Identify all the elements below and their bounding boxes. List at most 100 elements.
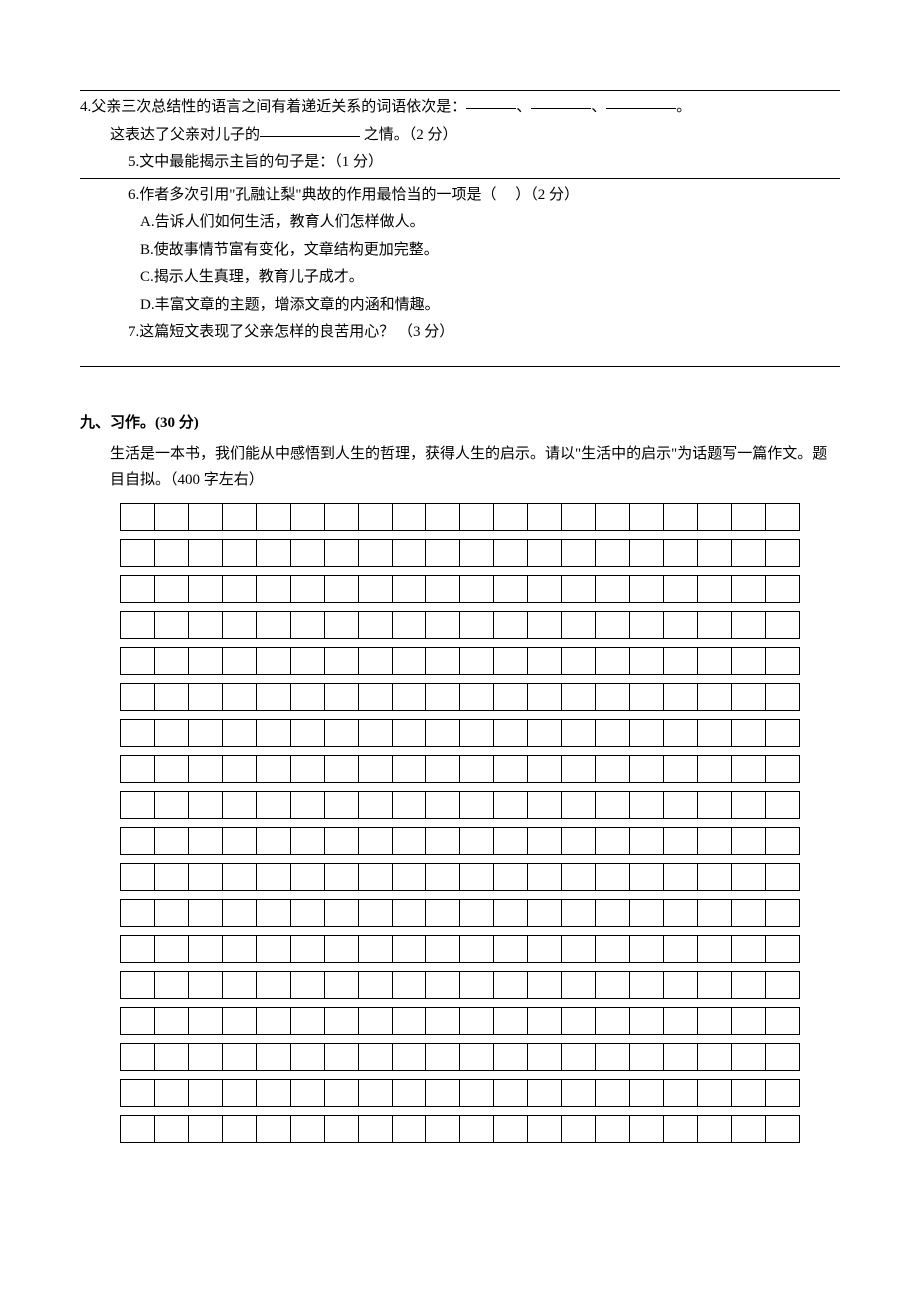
grid-cell[interactable] (630, 612, 664, 639)
grid-row[interactable] (121, 828, 800, 855)
grid-row[interactable] (121, 648, 800, 675)
grid-cell[interactable] (222, 612, 256, 639)
grid-cell[interactable] (494, 576, 528, 603)
grid-cell[interactable] (188, 1044, 222, 1071)
grid-cell[interactable] (630, 1044, 664, 1071)
grid-cell[interactable] (222, 972, 256, 999)
grid-cell[interactable] (154, 1116, 188, 1143)
grid-cell[interactable] (392, 972, 426, 999)
grid-cell[interactable] (697, 612, 731, 639)
grid-cell[interactable] (528, 612, 562, 639)
grid-cell[interactable] (324, 1080, 358, 1107)
grid-cell[interactable] (154, 1044, 188, 1071)
grid-cell[interactable] (222, 864, 256, 891)
grid-cell[interactable] (630, 1080, 664, 1107)
grid-cell[interactable] (358, 792, 392, 819)
grid-cell[interactable] (426, 900, 460, 927)
grid-cell[interactable] (664, 540, 698, 567)
grid-cell[interactable] (460, 612, 494, 639)
grid-cell[interactable] (392, 792, 426, 819)
grid-cell[interactable] (290, 792, 324, 819)
grid-cell[interactable] (765, 756, 799, 783)
grid-cell[interactable] (392, 540, 426, 567)
grid-cell[interactable] (324, 936, 358, 963)
grid-cell[interactable] (494, 756, 528, 783)
grid-cell[interactable] (358, 540, 392, 567)
grid-cell[interactable] (121, 1080, 155, 1107)
grid-cell[interactable] (697, 576, 731, 603)
grid-cell[interactable] (528, 648, 562, 675)
grid-cell[interactable] (426, 792, 460, 819)
grid-cell[interactable] (256, 684, 290, 711)
grid-cell[interactable] (188, 792, 222, 819)
grid-cell[interactable] (630, 864, 664, 891)
grid-cell[interactable] (494, 972, 528, 999)
grid-cell[interactable] (426, 864, 460, 891)
grid-cell[interactable] (528, 720, 562, 747)
grid-cell[interactable] (460, 504, 494, 531)
grid-cell[interactable] (256, 936, 290, 963)
grid-cell[interactable] (392, 1008, 426, 1035)
grid-cell[interactable] (188, 576, 222, 603)
grid-cell[interactable] (324, 1116, 358, 1143)
grid-cell[interactable] (460, 1080, 494, 1107)
grid-cell[interactable] (358, 1008, 392, 1035)
grid-cell[interactable] (121, 792, 155, 819)
grid-cell[interactable] (222, 684, 256, 711)
grid-cell[interactable] (630, 936, 664, 963)
grid-cell[interactable] (426, 648, 460, 675)
grid-cell[interactable] (731, 792, 765, 819)
grid-cell[interactable] (460, 720, 494, 747)
grid-cell[interactable] (731, 756, 765, 783)
grid-cell[interactable] (765, 864, 799, 891)
grid-cell[interactable] (528, 1080, 562, 1107)
grid-cell[interactable] (494, 684, 528, 711)
grid-cell[interactable] (731, 972, 765, 999)
grid-cell[interactable] (426, 1008, 460, 1035)
grid-cell[interactable] (765, 648, 799, 675)
grid-cell[interactable] (154, 504, 188, 531)
grid-row[interactable] (121, 576, 800, 603)
grid-cell[interactable] (460, 684, 494, 711)
grid-row[interactable] (121, 972, 800, 999)
grid-cell[interactable] (765, 720, 799, 747)
grid-cell[interactable] (392, 936, 426, 963)
grid-cell[interactable] (562, 756, 596, 783)
grid-cell[interactable] (630, 504, 664, 531)
grid-cell[interactable] (630, 792, 664, 819)
grid-cell[interactable] (426, 684, 460, 711)
grid-cell[interactable] (528, 576, 562, 603)
grid-cell[interactable] (188, 648, 222, 675)
grid-cell[interactable] (460, 900, 494, 927)
grid-cell[interactable] (358, 936, 392, 963)
grid-cell[interactable] (460, 828, 494, 855)
grid-cell[interactable] (562, 612, 596, 639)
grid-cell[interactable] (358, 504, 392, 531)
grid-cell[interactable] (697, 828, 731, 855)
grid-cell[interactable] (121, 684, 155, 711)
grid-cell[interactable] (188, 612, 222, 639)
grid-cell[interactable] (154, 1080, 188, 1107)
grid-cell[interactable] (596, 936, 630, 963)
grid-cell[interactable] (731, 1080, 765, 1107)
grid-cell[interactable] (494, 540, 528, 567)
grid-cell[interactable] (290, 540, 324, 567)
grid-cell[interactable] (494, 936, 528, 963)
grid-cell[interactable] (697, 1116, 731, 1143)
answer-line-q5[interactable] (80, 178, 840, 179)
grid-cell[interactable] (697, 504, 731, 531)
grid-row[interactable] (121, 684, 800, 711)
grid-cell[interactable] (358, 972, 392, 999)
grid-cell[interactable] (460, 936, 494, 963)
grid-cell[interactable] (358, 576, 392, 603)
grid-cell[interactable] (426, 540, 460, 567)
grid-row[interactable] (121, 864, 800, 891)
grid-cell[interactable] (188, 936, 222, 963)
grid-cell[interactable] (358, 1080, 392, 1107)
q4-blank-2[interactable] (531, 108, 591, 109)
grid-cell[interactable] (697, 540, 731, 567)
grid-cell[interactable] (290, 648, 324, 675)
grid-cell[interactable] (664, 1008, 698, 1035)
grid-cell[interactable] (324, 504, 358, 531)
grid-cell[interactable] (460, 1116, 494, 1143)
